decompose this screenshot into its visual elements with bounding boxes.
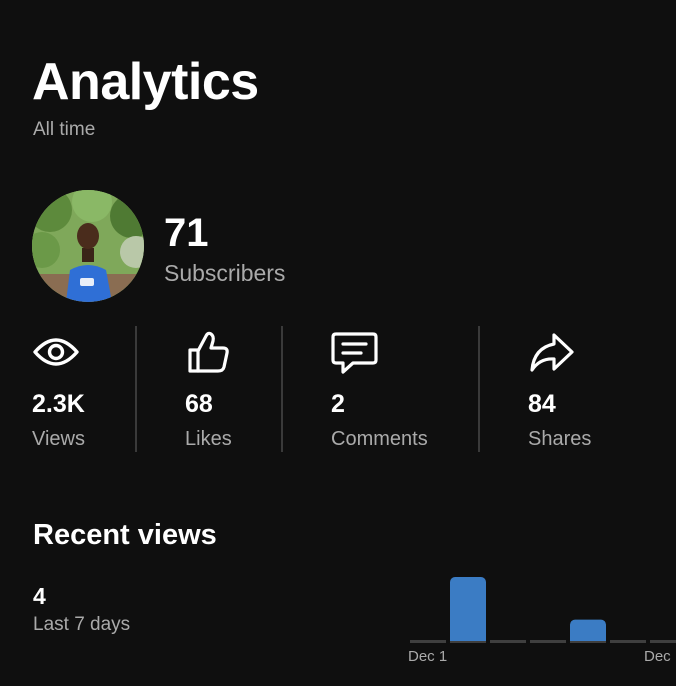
stat-divider bbox=[281, 326, 283, 452]
chart-baseline-segment bbox=[650, 640, 676, 643]
stat-value: 2.3K bbox=[32, 390, 85, 418]
chart-bar-base bbox=[450, 634, 486, 641]
stat-views[interactable]: 2.3K Views bbox=[32, 330, 85, 450]
chart-bar[interactable] bbox=[450, 577, 486, 641]
recent-views-title: Recent views bbox=[33, 519, 217, 551]
avatar[interactable] bbox=[32, 190, 144, 302]
chart-tick-label: Dec 1 bbox=[408, 648, 447, 665]
stat-divider bbox=[135, 326, 137, 452]
stat-label: Likes bbox=[185, 428, 232, 450]
stat-divider bbox=[478, 326, 480, 452]
chart-baseline-segment bbox=[610, 640, 646, 643]
recent-views-period: Last 7 days bbox=[33, 614, 131, 635]
stat-label: Views bbox=[32, 428, 85, 450]
avatar-image bbox=[32, 190, 144, 302]
stat-value: 2 bbox=[331, 390, 345, 418]
chart-bar-base bbox=[570, 634, 606, 641]
eye-icon bbox=[33, 338, 79, 366]
thumbs-up-icon bbox=[188, 331, 229, 373]
chart-baseline-segment bbox=[490, 640, 526, 643]
recent-views-chart[interactable]: Dec 1 Dec bbox=[400, 560, 676, 686]
chart-tick-label: Dec bbox=[644, 648, 671, 665]
chart-baseline-segment bbox=[410, 640, 446, 643]
stat-comments[interactable]: 2 Comments bbox=[331, 330, 428, 450]
stat-shares[interactable]: 84 Shares bbox=[528, 330, 591, 450]
stat-value: 84 bbox=[528, 390, 556, 418]
stat-label: Comments bbox=[331, 428, 428, 450]
stat-label: Shares bbox=[528, 428, 592, 450]
page-title: Analytics bbox=[32, 53, 259, 111]
time-range-label[interactable]: All time bbox=[33, 119, 95, 141]
stat-value: 68 bbox=[185, 390, 213, 418]
recent-views-count: 4 bbox=[33, 583, 46, 609]
subscriber-label: Subscribers bbox=[164, 260, 286, 286]
share-icon bbox=[530, 333, 574, 372]
stat-likes[interactable]: 68 Likes bbox=[185, 330, 233, 450]
comment-icon bbox=[331, 332, 378, 374]
subscriber-count: 71 bbox=[164, 211, 209, 255]
chart-baseline-segment bbox=[530, 640, 566, 643]
